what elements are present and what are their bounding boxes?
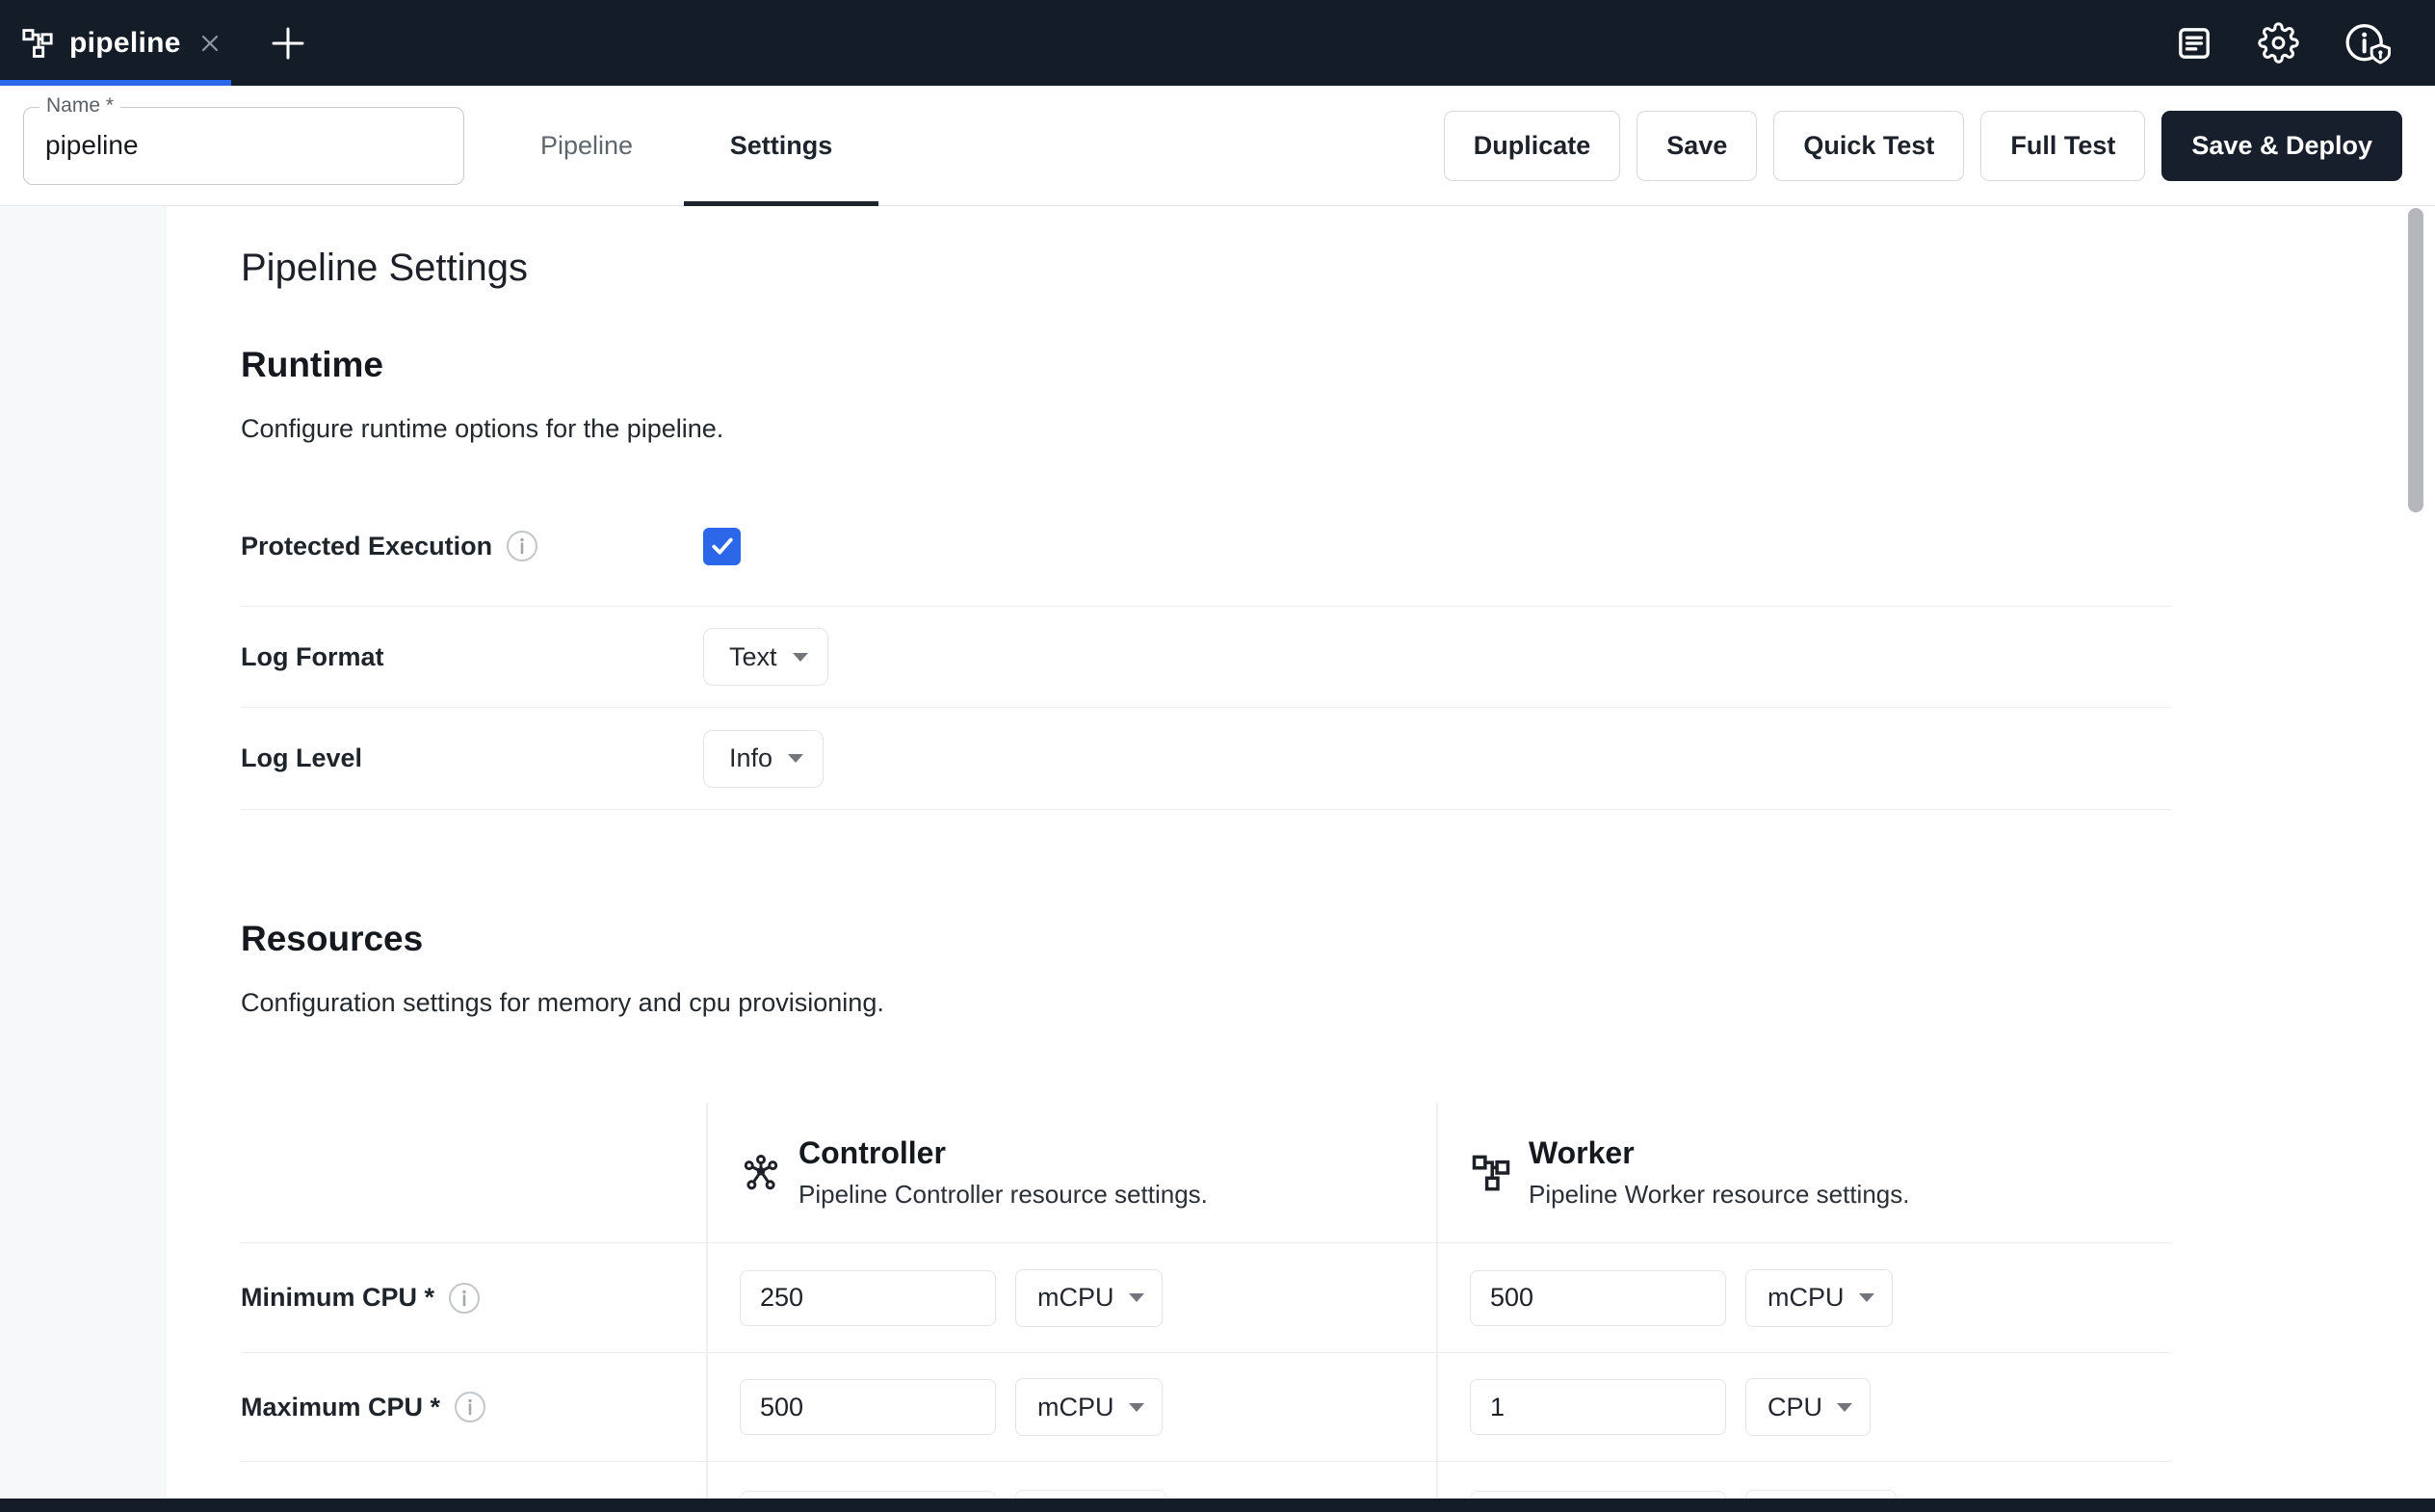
controller-max-cpu-cell: mCPU: [706, 1378, 1436, 1436]
plus-icon: [269, 24, 307, 63]
runtime-settings-rows: Protected Execution: [241, 486, 2171, 810]
worker-min-cpu-unit: mCPU: [1767, 1283, 1845, 1313]
full-test-button[interactable]: Full Test: [1980, 111, 2145, 181]
controller-min-cpu-unit-select[interactable]: mCPU: [1015, 1269, 1163, 1327]
controller-max-cpu-input[interactable]: [740, 1379, 996, 1435]
column-divider: [1436, 1103, 1438, 1499]
tab-pipeline[interactable]: pipeline: [0, 0, 239, 86]
minimum-cpu-label: Minimum CPU *: [241, 1283, 434, 1313]
controller-title: Controller: [799, 1135, 1208, 1171]
tab-settings-view-label: Settings: [730, 131, 833, 161]
settings-page: Pipeline Settings Runtime Configure runt…: [0, 206, 2435, 1499]
protected-execution-label: Protected Execution: [241, 532, 492, 561]
page-title: Pipeline Settings: [241, 247, 528, 290]
resources-table: Controller Pipeline Controller resource …: [241, 1103, 2171, 1499]
controller-max-cpu-unit-select[interactable]: mCPU: [1015, 1378, 1163, 1436]
save-deploy-button[interactable]: Save & Deploy: [2161, 111, 2402, 181]
worker-max-cpu-input[interactable]: [1470, 1379, 1726, 1435]
controller-subtitle: Pipeline Controller resource settings.: [799, 1180, 1208, 1210]
chevron-down-icon: [1859, 1293, 1874, 1302]
settings-tab-indicator: [684, 201, 878, 206]
chevron-down-icon: [788, 754, 803, 763]
resources-heading: Resources: [241, 919, 423, 959]
document-icon: [2175, 24, 2213, 63]
column-divider: [706, 1103, 708, 1499]
controller-min-cpu-unit: mCPU: [1037, 1283, 1114, 1313]
controller-max-cpu-unit: mCPU: [1037, 1393, 1114, 1422]
minimum-cpu-row: Minimum CPU * mCPU: [241, 1242, 2171, 1352]
log-format-value: Text: [729, 642, 777, 672]
docs-button[interactable]: [2175, 24, 2213, 63]
resources-header-row: Controller Pipeline Controller resource …: [241, 1103, 2171, 1242]
chevron-down-icon: [1129, 1293, 1144, 1302]
worker-max-cpu-unit-select[interactable]: CPU: [1745, 1378, 1871, 1436]
settings-button[interactable]: [2258, 22, 2299, 64]
log-level-row: Log Level Info: [241, 708, 2171, 810]
runtime-heading: Runtime: [241, 345, 383, 385]
info-shield-icon: [2343, 21, 2392, 65]
close-tab-icon[interactable]: [196, 30, 223, 57]
duplicate-button[interactable]: Duplicate: [1444, 111, 1621, 181]
vertical-scrollbar[interactable]: [2408, 208, 2423, 512]
pipeline-icon: [1471, 1153, 1511, 1193]
worker-subtitle: Pipeline Worker resource settings.: [1529, 1180, 1909, 1210]
tab-pipeline-label: pipeline: [69, 27, 181, 60]
protected-execution-row: Protected Execution: [241, 486, 2171, 607]
status-bar: [0, 1499, 2435, 1512]
log-level-value: Info: [729, 743, 772, 773]
name-field-label: Name *: [39, 94, 120, 117]
add-tab-button[interactable]: [266, 21, 310, 65]
worker-min-cpu-unit-select[interactable]: mCPU: [1745, 1269, 1893, 1327]
hub-icon: [741, 1153, 781, 1193]
tabbar-right-icons: [2175, 21, 2435, 65]
quick-test-button[interactable]: Quick Test: [1773, 111, 1964, 181]
protected-execution-info-icon[interactable]: [506, 530, 538, 562]
view-tabs: Pipeline Settings: [489, 86, 878, 205]
worker-max-cpu-cell: CPU: [1436, 1378, 2171, 1436]
maximum-cpu-info-icon[interactable]: [454, 1391, 486, 1423]
controller-min-cpu-input[interactable]: [740, 1270, 996, 1326]
runtime-description: Configure runtime options for the pipeli…: [241, 414, 723, 444]
log-format-label: Log Format: [241, 642, 384, 672]
protected-execution-label-group: Protected Execution: [241, 530, 703, 562]
chevron-down-icon: [1129, 1403, 1144, 1412]
tab-settings-view[interactable]: Settings: [684, 86, 878, 205]
maximum-cpu-label: Maximum CPU *: [241, 1393, 440, 1422]
protected-execution-checkbox[interactable]: [703, 528, 741, 565]
worker-min-cpu-cell: mCPU: [1436, 1269, 2171, 1327]
chevron-down-icon: [793, 653, 808, 662]
next-resource-row-partial: [241, 1461, 2171, 1501]
left-gutter: [0, 206, 166, 1499]
editor-tab-bar: pipeline: [0, 0, 2435, 86]
log-format-select[interactable]: Text: [703, 628, 828, 686]
worker-max-cpu-unit: CPU: [1767, 1393, 1822, 1422]
worker-min-cpu-input[interactable]: [1470, 1270, 1726, 1326]
app-window: pipeline: [0, 0, 2435, 1512]
controller-column-header: Controller Pipeline Controller resource …: [706, 1103, 1436, 1242]
tab-pipeline-view[interactable]: Pipeline: [489, 86, 684, 205]
maximum-cpu-row: Maximum CPU * mCPU: [241, 1352, 2171, 1461]
toolbar-actions: Duplicate Save Quick Test Full Test Save…: [1444, 111, 2435, 181]
worker-column-header: Worker Pipeline Worker resource settings…: [1436, 1103, 2171, 1242]
log-level-select[interactable]: Info: [703, 730, 824, 788]
chevron-down-icon: [1837, 1403, 1852, 1412]
gear-icon: [2258, 22, 2299, 64]
log-format-row: Log Format Text: [241, 607, 2171, 708]
save-button[interactable]: Save: [1636, 111, 1757, 181]
name-input[interactable]: [24, 108, 463, 184]
pipeline-icon: [21, 27, 54, 60]
resources-description: Configuration settings for memory and cp…: [241, 988, 884, 1018]
check-icon: [708, 532, 737, 560]
tab-pipeline-view-label: Pipeline: [540, 131, 633, 161]
name-field: Name *: [23, 107, 464, 185]
controller-min-cpu-cell: mCPU: [706, 1269, 1436, 1327]
minimum-cpu-info-icon[interactable]: [448, 1282, 481, 1315]
worker-title: Worker: [1529, 1135, 1909, 1171]
pipeline-toolbar: Name * Pipeline Settings Duplicate Save …: [0, 86, 2435, 206]
security-info-button[interactable]: [2343, 21, 2392, 65]
log-level-label: Log Level: [241, 743, 362, 773]
